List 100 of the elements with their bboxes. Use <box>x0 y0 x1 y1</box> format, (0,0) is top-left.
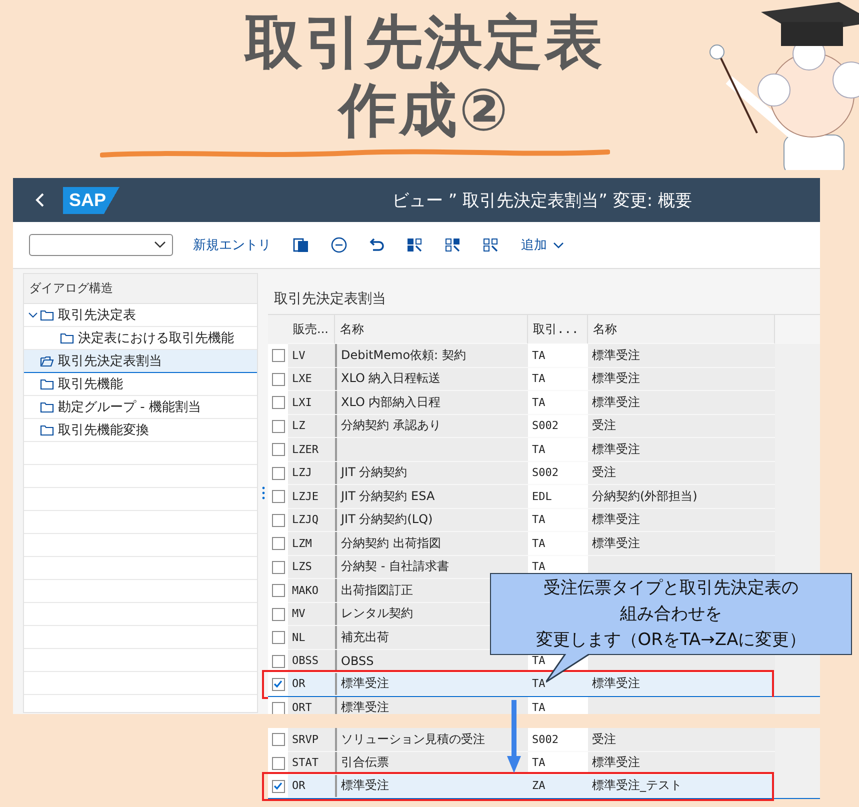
table-cell: TA <box>532 513 546 526</box>
table-cell: 標準受注 <box>592 511 640 528</box>
table-cell: EDL <box>532 490 552 503</box>
tree-item[interactable]: 取引先決定表 <box>24 304 258 327</box>
row-checkbox[interactable] <box>272 420 284 433</box>
table-cell: 標準受注 <box>341 699 389 714</box>
row-checkbox[interactable] <box>272 349 284 362</box>
tree-item-label: 取引先決定表 <box>58 307 136 324</box>
column-header[interactable]: 名称 <box>593 320 617 338</box>
folder-icon <box>40 378 54 390</box>
table-cell: 受注 <box>592 730 616 748</box>
sidebar-heading: ダイアログ構造 <box>24 274 258 304</box>
dropdown-field[interactable] <box>29 234 173 256</box>
table-cell: OR <box>288 775 335 798</box>
table-cell: 標準受注 <box>592 370 640 388</box>
row-checkbox[interactable] <box>272 514 284 527</box>
row-checkbox[interactable] <box>272 490 284 504</box>
table-cell: TA <box>532 560 546 574</box>
table-cell: TA <box>532 756 546 770</box>
tree-item[interactable]: 勘定グループ - 機能割当 <box>24 396 258 419</box>
row-checkbox[interactable] <box>272 443 284 456</box>
table-cell: 分納契約 出荷指図 <box>341 534 441 552</box>
table-cell: ソリューション見積の受注 <box>341 730 485 748</box>
splitter-handle-icon[interactable] <box>262 486 265 500</box>
tree-item[interactable]: 取引先決定表割当 <box>24 350 258 373</box>
row-checkbox[interactable] <box>272 608 284 621</box>
row-checkbox[interactable] <box>272 654 284 668</box>
table-cell: 標準受注 <box>592 675 640 692</box>
table-cell: 分納契約 承認あり <box>341 417 441 434</box>
table-cell: 標準受注 <box>341 777 389 794</box>
table-row[interactable]: LZM 分納契約 出荷指図 TA 標準受注 <box>268 532 820 556</box>
table-cell: 標準受注 <box>341 675 389 692</box>
delete-icon[interactable] <box>331 237 347 253</box>
table-cell: 標準受注_テスト <box>592 777 682 794</box>
table-row[interactable]: LZJQ JIT 分納契約(LQ) TA 標準受注 <box>268 508 820 532</box>
chevron-down-icon[interactable] <box>28 310 38 320</box>
row-checkbox[interactable] <box>272 372 284 386</box>
table-row[interactable]: LZJ JIT 分納契約 S002 受注 <box>268 462 820 485</box>
table-cell: 分納契 - 自社請求書 <box>341 558 449 576</box>
column-header[interactable]: 名称 <box>340 320 364 338</box>
table-row[interactable]: LV DebitMemo依頼: 契約 TA 標準受注 <box>268 344 820 368</box>
table-cell: TA <box>532 442 546 456</box>
callout-text: 受注伝票タイプと取引先決定表の 組み合わせを 変更します（ORをTA→ZAに変更） <box>536 577 806 652</box>
table-cell: S002 <box>532 732 558 746</box>
new-entry-button[interactable]: 新規エントリ <box>193 236 271 254</box>
copy-icon[interactable] <box>293 237 309 253</box>
table-cell: OR <box>288 673 335 696</box>
row-checkbox[interactable] <box>272 466 284 480</box>
table-cell: S002 <box>532 466 558 480</box>
table-row[interactable]: LXI XLO 内部納入日程 TA 標準受注 <box>268 391 820 414</box>
table-cell: DebitMemo依頼: 契約 <box>341 346 466 364</box>
row-checkbox[interactable] <box>272 537 284 550</box>
table-cell: S002 <box>532 419 558 432</box>
row-checkbox[interactable] <box>272 756 284 770</box>
grid-select-icon[interactable] <box>445 237 461 253</box>
column-header[interactable]: 販売... <box>293 320 328 338</box>
column-header[interactable]: 取引... <box>533 320 579 338</box>
table-row[interactable]: LZ 分納契約 承認あり S002 受注 <box>268 414 820 438</box>
table-cell: TA <box>532 677 546 690</box>
table-cell: JIT 分納契約(LQ) <box>341 511 433 528</box>
table-cell: 受注 <box>592 417 616 434</box>
table-cell: 出荷指図訂正 <box>341 582 413 599</box>
grid-select-icon[interactable] <box>407 237 423 253</box>
undo-icon[interactable] <box>369 237 385 253</box>
tree-item-label: 取引先決定表割当 <box>58 353 162 370</box>
row-checkbox[interactable] <box>272 396 284 410</box>
table-cell: TA <box>532 372 546 386</box>
table-cell: OBSS <box>341 654 374 668</box>
table-cell: 補充出荷 <box>341 628 389 646</box>
tree-item[interactable]: 取引先機能 <box>24 373 258 396</box>
table-row[interactable]: LZJE JIT 分納契約 ESA EDL 分納契約(外部担当) <box>268 485 820 508</box>
row-checkbox[interactable] <box>272 560 284 574</box>
table-title: 取引先決定表割当 <box>274 290 387 308</box>
table-cell: TA <box>532 654 546 668</box>
table-cell: JIT 分納契約 <box>341 464 408 482</box>
folder-icon <box>60 332 74 344</box>
row-checkbox[interactable] <box>272 733 284 746</box>
add-menu-button[interactable]: 追加 <box>521 236 564 254</box>
row-checkbox[interactable] <box>272 678 284 691</box>
folder-icon <box>40 309 54 321</box>
tree-item-label: 勘定グループ - 機能割当 <box>58 399 201 416</box>
back-icon[interactable] <box>35 192 45 208</box>
folder-icon <box>40 401 54 413</box>
row-checkbox[interactable] <box>272 584 284 598</box>
tree-item-label: 決定表における取引先機能 <box>78 330 234 347</box>
row-checkbox[interactable] <box>272 702 284 714</box>
table-cell: XLO 内部納入日程 <box>341 394 441 411</box>
table-row[interactable]: SRVP ソリューション見積の受注 S002 受注 <box>268 728 820 752</box>
table-cell: 標準受注 <box>592 534 640 552</box>
grid-select-icon[interactable] <box>483 237 499 253</box>
table-row[interactable]: LXE XLO 納入日程転送 TA 標準受注 <box>268 368 820 391</box>
table-cell: ZA <box>532 779 546 792</box>
table-cell: 分納契約(外部担当) <box>592 488 698 505</box>
table-row[interactable]: LZER TA 標準受注 <box>268 438 820 462</box>
row-checkbox[interactable] <box>272 631 284 644</box>
table-cell: 標準受注 <box>592 754 640 772</box>
table-cell: 引合伝票 <box>341 754 389 772</box>
row-checkbox[interactable] <box>272 780 284 793</box>
table-cell: TA <box>532 348 546 362</box>
table-row[interactable]: ORT 標準受注 TA <box>268 696 820 714</box>
